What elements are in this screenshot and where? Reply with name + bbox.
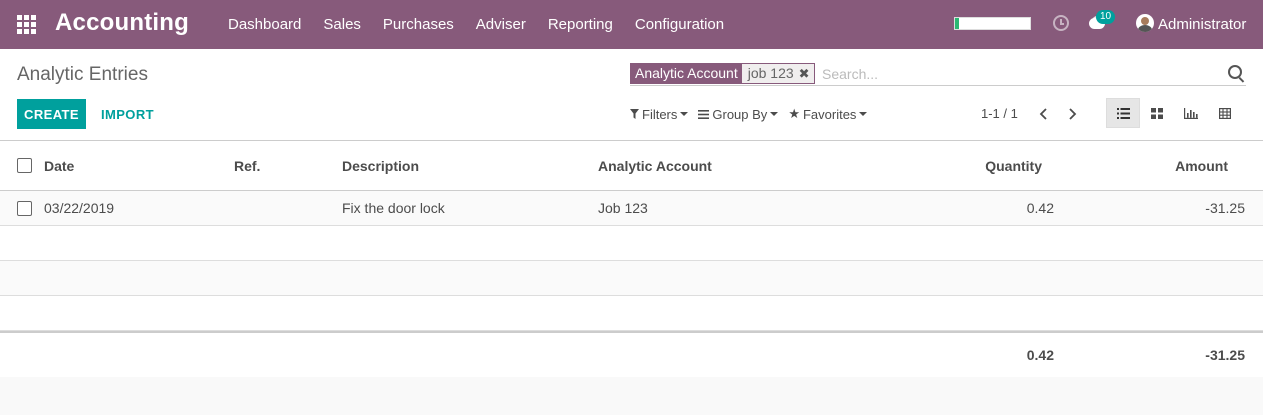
star-icon: ★ [788, 106, 800, 121]
pager-value[interactable]: 1-1 / 1 [981, 106, 1018, 121]
menu-item-adviser[interactable]: Adviser [476, 16, 526, 33]
total-quantity: 0.42 [1026, 347, 1054, 363]
filter-funnel-icon [630, 109, 639, 119]
chevron-right-icon [1069, 108, 1077, 120]
search-bar: Analytic Account job 123 ✖ [630, 61, 1246, 86]
select-all-cell [17, 141, 32, 190]
activity-clock-icon[interactable] [1053, 15, 1069, 31]
column-header-ref[interactable]: Ref. [234, 141, 260, 190]
facet-value: job 123 ✖ [741, 64, 814, 83]
column-header-analytic-account[interactable]: Analytic Account [598, 141, 712, 190]
pager-next-button[interactable] [1064, 105, 1080, 123]
select-all-checkbox[interactable] [17, 158, 32, 173]
top-navbar: Accounting Dashboard Sales Purchases Adv… [0, 0, 1263, 49]
search-icon[interactable] [1228, 65, 1242, 79]
empty-row [0, 261, 1263, 296]
column-header-date[interactable]: Date [44, 141, 74, 190]
create-button[interactable]: CREATE [17, 99, 86, 129]
table-footer-totals: 0.42 -31.25 [0, 331, 1263, 377]
kanban-view-button[interactable] [1140, 98, 1174, 128]
bar-chart-icon [1184, 107, 1198, 119]
groupby-dropdown[interactable]: Group By [698, 106, 779, 122]
menu-item-configuration[interactable]: Configuration [635, 16, 724, 33]
list-view-button[interactable] [1106, 98, 1140, 128]
row-checkbox[interactable] [17, 200, 32, 216]
chevron-down-icon [680, 112, 689, 116]
menu-item-purchases[interactable]: Purchases [383, 16, 454, 33]
cell-amount: -31.25 [1205, 200, 1245, 216]
search-facet: Analytic Account job 123 ✖ [630, 63, 815, 84]
pivot-view-button[interactable] [1208, 98, 1242, 128]
graph-view-button[interactable] [1174, 98, 1208, 128]
column-header-amount[interactable]: Amount [1100, 141, 1228, 190]
empty-row [0, 296, 1263, 331]
groupby-label: Group By [712, 106, 768, 122]
user-avatar[interactable] [1136, 14, 1154, 32]
search-options: Filters Group By ★ Favorites [630, 106, 877, 122]
chevron-down-icon [770, 112, 779, 116]
table-header: Date Ref. Description Analytic Account Q… [0, 141, 1263, 191]
progress-fill [955, 18, 959, 29]
cell-date: 03/22/2019 [44, 200, 115, 216]
chevron-left-icon [1039, 108, 1047, 120]
empty-row [0, 226, 1263, 261]
onboarding-progress-bar[interactable] [954, 17, 1031, 30]
column-header-description[interactable]: Description [342, 141, 419, 190]
main-menu: Dashboard Sales Purchases Adviser Report… [228, 0, 746, 49]
chevron-down-icon [859, 112, 868, 116]
filters-label: Filters [642, 106, 678, 122]
pager-previous-button[interactable] [1036, 105, 1052, 123]
cell-quantity: 0.42 [1026, 200, 1054, 216]
cell-description: Fix the door lock [342, 200, 445, 216]
row-select-cell [17, 191, 32, 225]
list-lines-icon [698, 109, 710, 119]
search-input[interactable] [822, 63, 1222, 84]
favorites-label: Favorites [802, 106, 857, 122]
table-grid-icon [1219, 107, 1231, 119]
total-amount: -31.25 [1205, 347, 1245, 363]
filters-dropdown[interactable]: Filters [630, 106, 689, 122]
list-view-icon [1116, 107, 1130, 119]
control-panel: Analytic Entries Analytic Account job 12… [0, 49, 1263, 141]
analytic-entries-table: Date Ref. Description Analytic Account Q… [0, 141, 1263, 377]
apps-menu-icon[interactable] [17, 15, 37, 35]
cell-analytic-account: Job 123 [598, 200, 648, 216]
app-brand[interactable]: Accounting [55, 9, 189, 37]
table-row[interactable]: 03/22/2019 Fix the door lock Job 123 0.4… [0, 191, 1263, 226]
page-title: Analytic Entries [17, 64, 148, 85]
kanban-view-icon [1151, 107, 1163, 119]
menu-item-reporting[interactable]: Reporting [548, 16, 613, 33]
import-button[interactable]: IMPORT [96, 99, 159, 129]
favorites-dropdown[interactable]: ★ Favorites [788, 106, 868, 122]
column-header-quantity[interactable]: Quantity [900, 141, 1042, 190]
messages-count-badge: 10 [1096, 10, 1115, 24]
menu-item-sales[interactable]: Sales [323, 16, 361, 33]
facet-remove-icon[interactable]: ✖ [799, 64, 810, 83]
facet-label: Analytic Account [631, 64, 742, 83]
user-menu[interactable]: Administrator [1158, 16, 1246, 33]
facet-value-text: job 123 [747, 65, 794, 81]
view-switcher [1106, 98, 1242, 128]
menu-item-dashboard[interactable]: Dashboard [228, 16, 301, 33]
